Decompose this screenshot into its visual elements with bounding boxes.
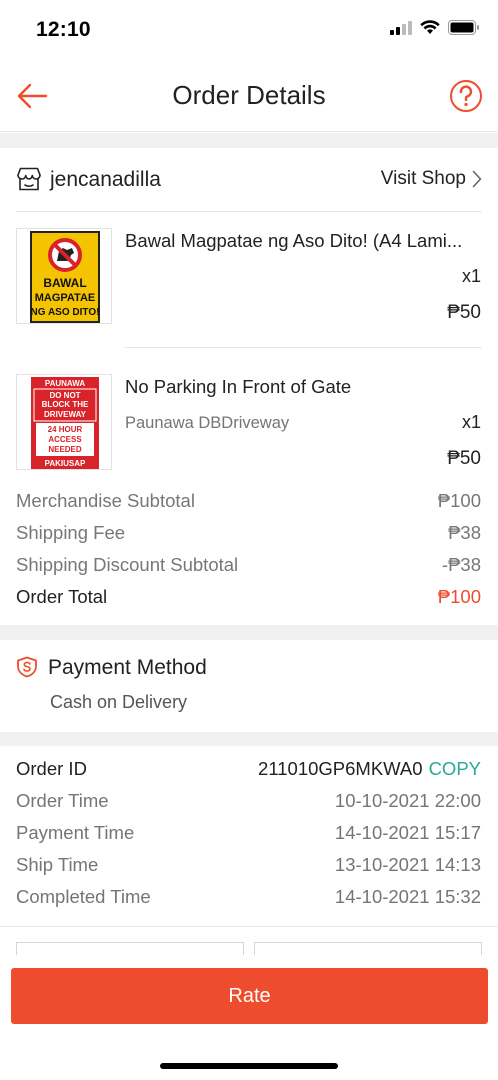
status-icons [390,20,480,35]
sign-text-line: NEEDED [48,445,82,454]
product-price: ₱50 [447,448,481,469]
order-id-group: 211010GP6MKWA0 COPY [258,758,481,786]
sign-text-line: BAWAL [43,276,86,290]
sign-text-line: ACCESS [48,435,82,444]
status-bar: 12:10 [0,0,498,60]
signal-icon [390,20,412,35]
shield-dollar-icon [17,656,37,678]
payment-method-value: Cash on Delivery [50,692,188,712]
product-sign-image: PAUNAWA DO NOT BLOCK THE DRIVEWAY 24 HOU… [31,377,99,469]
order-id-row: Order ID 211010GP6MKWA0 COPY [16,758,481,786]
chevron-right-icon [472,170,482,188]
home-indicator [160,1063,338,1069]
product-price: ₱50 [447,302,481,323]
product-name: Bawal Magpatae ng Aso Dito! (A4 Lami... [125,230,463,251]
section-gap [0,133,498,148]
sign-text-line: BLOCK THE [42,400,89,409]
order-time-value: 10-10-2021 22:00 [334,790,481,811]
help-icon[interactable] [448,78,484,114]
completed-time-row: Completed Time 14-10-2021 15:32 [16,886,481,914]
payment-time-row: Payment Time 14-10-2021 15:17 [16,822,481,850]
ship-time-label: Ship Time [16,854,99,875]
shipping-fee-label: Shipping Fee [16,522,126,543]
status-time: 12:10 [36,18,91,41]
payment-method-section: Payment Method Cash on Delivery [0,640,498,732]
shipping-fee-row: Shipping Fee ₱38 [16,522,481,550]
section-gap [0,732,498,746]
page-title: Order Details [172,80,326,110]
product-sign-image: BAWAL MAGPATAE NG ASO DITO! [30,231,100,323]
sign-text-line: 24 HOUR [48,425,83,434]
merchandise-subtotal-label: Merchandise Subtotal [16,490,195,511]
sign-text-line: PAKIUSAP [45,459,86,468]
order-time-label: Order Time [16,790,109,811]
product-item[interactable]: PAUNAWA DO NOT BLOCK THE DRIVEWAY 24 HOU… [0,360,498,480]
wifi-icon [420,20,440,34]
payment-time-label: Payment Time [16,822,135,843]
shop-icon [17,167,41,191]
sign-text-line: MAGPATAE [35,292,96,304]
shipping-discount-row: Shipping Discount Subtotal -₱38 [16,554,481,582]
shipping-discount-label: Shipping Discount Subtotal [16,554,239,575]
bottom-action-bar: Rate [0,955,498,1080]
ship-time-row: Ship Time 13-10-2021 14:13 [16,854,481,882]
order-time-row: Order Time 10-10-2021 22:00 [16,790,481,818]
rate-button[interactable]: Rate [11,968,488,1024]
order-total-label: Order Total [16,586,108,607]
merchandise-subtotal-row: Merchandise Subtotal ₱100 [16,490,481,518]
sign-text-line: PAUNAWA [45,379,86,388]
order-total-row: Order Total ₱100 [16,586,481,614]
visit-shop-label: Visit Shop [380,168,466,189]
sign-text-line: NG ASO DITO! [31,307,100,318]
sign-text-line: DO NOT [49,391,80,400]
shipping-fee-value: ₱38 [448,522,481,543]
divider [125,347,482,348]
product-image: BAWAL MAGPATAE NG ASO DITO! [16,228,112,324]
section-gap [0,625,498,640]
shop-header: jencanadilla Visit Shop [0,148,498,212]
completed-time-value: 14-10-2021 15:32 [334,886,481,907]
shipping-discount-value: -₱38 [441,554,481,575]
sign-text-line: DRIVEWAY [44,410,87,419]
product-quantity: x1 [461,266,481,286]
product-quantity: x1 [461,412,481,432]
nav-bar: Order Details [0,60,498,132]
ship-time-value: 13-10-2021 14:13 [334,854,481,875]
copy-button[interactable]: COPY [429,758,481,779]
product-variant: Paunawa DBDriveway [125,414,290,432]
visit-shop-button[interactable]: Visit Shop [381,168,482,190]
product-image: PAUNAWA DO NOT BLOCK THE DRIVEWAY 24 HOU… [16,374,112,470]
payment-time-value: 14-10-2021 15:17 [334,822,481,843]
order-id-label: Order ID [16,758,87,779]
battery-icon [448,20,479,35]
order-id-value: 211010GP6MKWA0 [258,758,423,779]
payment-method-title: Payment Method [48,656,207,679]
completed-time-label: Completed Time [16,886,151,907]
order-total-value: ₱100 [437,586,481,607]
merchandise-subtotal-value: ₱100 [437,490,481,511]
shop-name[interactable]: jencanadilla [50,168,161,192]
divider [0,926,498,927]
product-name: No Parking In Front of Gate [125,376,352,397]
product-item[interactable]: BAWAL MAGPATAE NG ASO DITO! Bawal Magpat… [0,212,498,347]
